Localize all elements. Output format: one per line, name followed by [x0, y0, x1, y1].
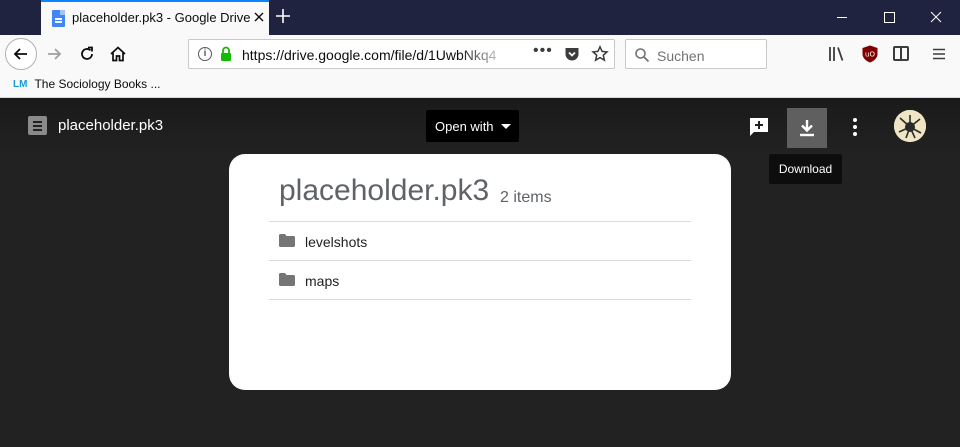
reload-button[interactable]: [71, 38, 103, 70]
bookmark-label: The Sociology Books ...: [34, 77, 161, 91]
file-name: placeholder.pk3: [58, 117, 164, 134]
page-actions-icon[interactable]: •••: [533, 42, 553, 60]
library-icon[interactable]: [828, 45, 846, 63]
address-bar[interactable]: i https://drive.google.com/file/d/1UwbNk…: [188, 39, 615, 69]
folder-name: levelshots: [305, 234, 368, 250]
tooltip-text: Download: [778, 162, 833, 176]
home-button[interactable]: [102, 38, 134, 70]
back-button[interactable]: [5, 38, 37, 70]
item-count: 2 items: [500, 189, 552, 206]
drive-file-viewer: placeholder.pk3 Open with Download place…: [0, 98, 960, 447]
more-actions-icon[interactable]: [846, 116, 864, 138]
viewer-header: placeholder.pk3 Open with: [0, 98, 960, 156]
list-item[interactable]: levelshots: [269, 221, 691, 260]
archive-file-icon: [28, 116, 47, 135]
caret-down-icon: [501, 124, 511, 129]
archive-title: placeholder.pk3: [279, 174, 490, 207]
site-info-icon[interactable]: i: [198, 47, 212, 61]
new-tab-plus-icon[interactable]: [272, 5, 294, 27]
minimize-window-icon[interactable]: [819, 0, 865, 35]
bookmark-star-icon[interactable]: [591, 45, 609, 63]
list-item[interactable]: maps: [269, 260, 691, 299]
forward-arrow-icon: [48, 48, 62, 60]
search-bar[interactable]: Suchen: [625, 39, 767, 69]
folder-icon: [279, 273, 295, 286]
home-icon: [110, 46, 126, 62]
svg-text:uO: uO: [865, 51, 875, 59]
bookmark-favicon-icon: LM: [13, 78, 28, 90]
google-docs-favicon-icon: [52, 10, 65, 27]
avatar[interactable]: [894, 110, 926, 142]
forward-button[interactable]: [38, 38, 70, 70]
url-fade-overlay: [459, 42, 509, 66]
search-icon: [635, 48, 650, 63]
tab-title: placeholder.pk3 - Google Drive: [72, 10, 251, 25]
pocket-icon[interactable]: [564, 46, 580, 62]
maximize-window-icon[interactable]: [866, 0, 912, 35]
folder-icon: [279, 234, 295, 247]
back-arrow-icon: [13, 48, 27, 60]
bookmarks-toolbar: LM The Sociology Books ...: [0, 73, 960, 98]
folder-name: maps: [305, 273, 340, 289]
hamburger-menu-icon[interactable]: [932, 47, 946, 61]
search-placeholder: Suchen: [657, 48, 705, 64]
reload-icon: [81, 46, 93, 60]
download-tooltip: Download: [769, 154, 842, 184]
close-window-icon[interactable]: [913, 0, 959, 35]
download-button[interactable]: [787, 108, 827, 148]
add-comment-icon[interactable]: [748, 116, 770, 138]
download-icon: [800, 120, 814, 137]
sidebar-toggle-icon[interactable]: [893, 46, 909, 61]
bookmark-item[interactable]: LM The Sociology Books ...: [13, 77, 161, 91]
navigation-toolbar: i https://drive.google.com/file/d/1UwbNk…: [0, 35, 960, 73]
open-with-label: Open with: [435, 118, 494, 134]
browser-titlebar: placeholder.pk3 - Google Drive: [0, 0, 960, 35]
browser-tab[interactable]: placeholder.pk3 - Google Drive: [41, 0, 269, 35]
close-icon[interactable]: [251, 9, 267, 25]
list-divider: [269, 299, 691, 300]
secure-lock-icon[interactable]: [220, 46, 232, 62]
open-with-button[interactable]: Open with: [426, 110, 519, 142]
ublock-origin-icon[interactable]: uO: [862, 45, 878, 63]
archive-contents-card: placeholder.pk3 2 items levelshots maps: [229, 154, 731, 390]
